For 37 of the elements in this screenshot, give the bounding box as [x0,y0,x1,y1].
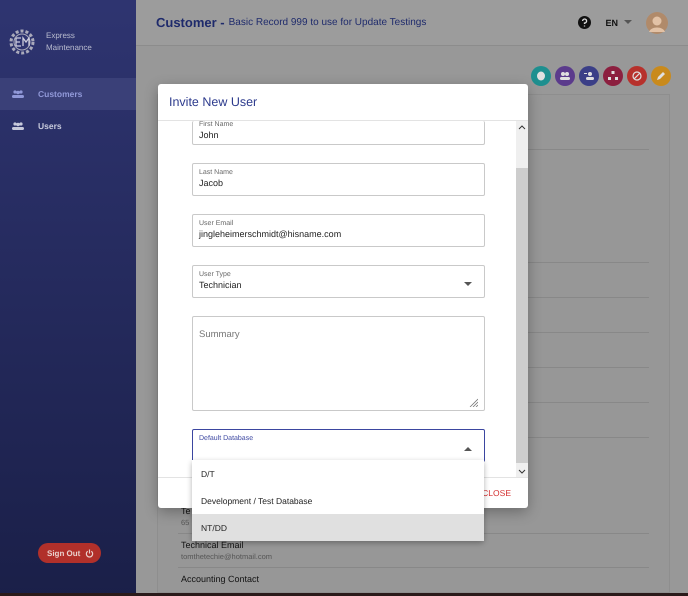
power-icon [85,548,94,558]
hierarchy-icon [608,71,618,81]
page-title: Customer - [156,15,225,30]
caret-icon [464,282,472,286]
caret-icon [464,446,472,450]
people-icon [12,122,24,130]
add-user-icon [584,71,594,81]
group-icon [560,71,570,81]
menu-option[interactable]: NT/DD [192,514,484,541]
action-button[interactable] [603,66,623,86]
caret-icon [624,20,632,25]
detail-label: Technical Email [181,540,244,550]
detail-label: Accounting Contact [181,574,260,584]
people-icon [12,90,24,98]
block-icon [632,71,642,81]
scroll-up-icon [518,125,526,130]
language-selector[interactable]: EN [605,18,632,28]
menu-option[interactable]: D/T [192,460,484,487]
help-icon[interactable] [578,16,592,29]
gear-logo-icon [8,28,36,56]
action-button[interactable] [627,66,647,86]
menu-option[interactable]: Development / Test Database [192,487,484,514]
action-button[interactable] [531,66,551,86]
scrollbar[interactable] [516,121,528,477]
scroll-down-icon [518,469,526,474]
pencil-icon [656,71,666,81]
action-button[interactable] [555,66,575,86]
sidebar-item[interactable]: Customers [0,78,136,110]
brand-name: Express Maintenance [46,30,93,54]
resize-handle-icon [469,398,478,407]
sign-out-button[interactable]: Sign Out [38,543,102,563]
page-subtitle: Basic Record 999 to use for Update Testings [228,17,426,28]
action-button[interactable] [579,66,599,86]
detail-label: Te [181,506,191,516]
dialog-title: Invite New User [158,84,528,121]
sidebar-item[interactable]: Users [0,110,136,142]
summary-field[interactable]: Summary [192,316,485,411]
